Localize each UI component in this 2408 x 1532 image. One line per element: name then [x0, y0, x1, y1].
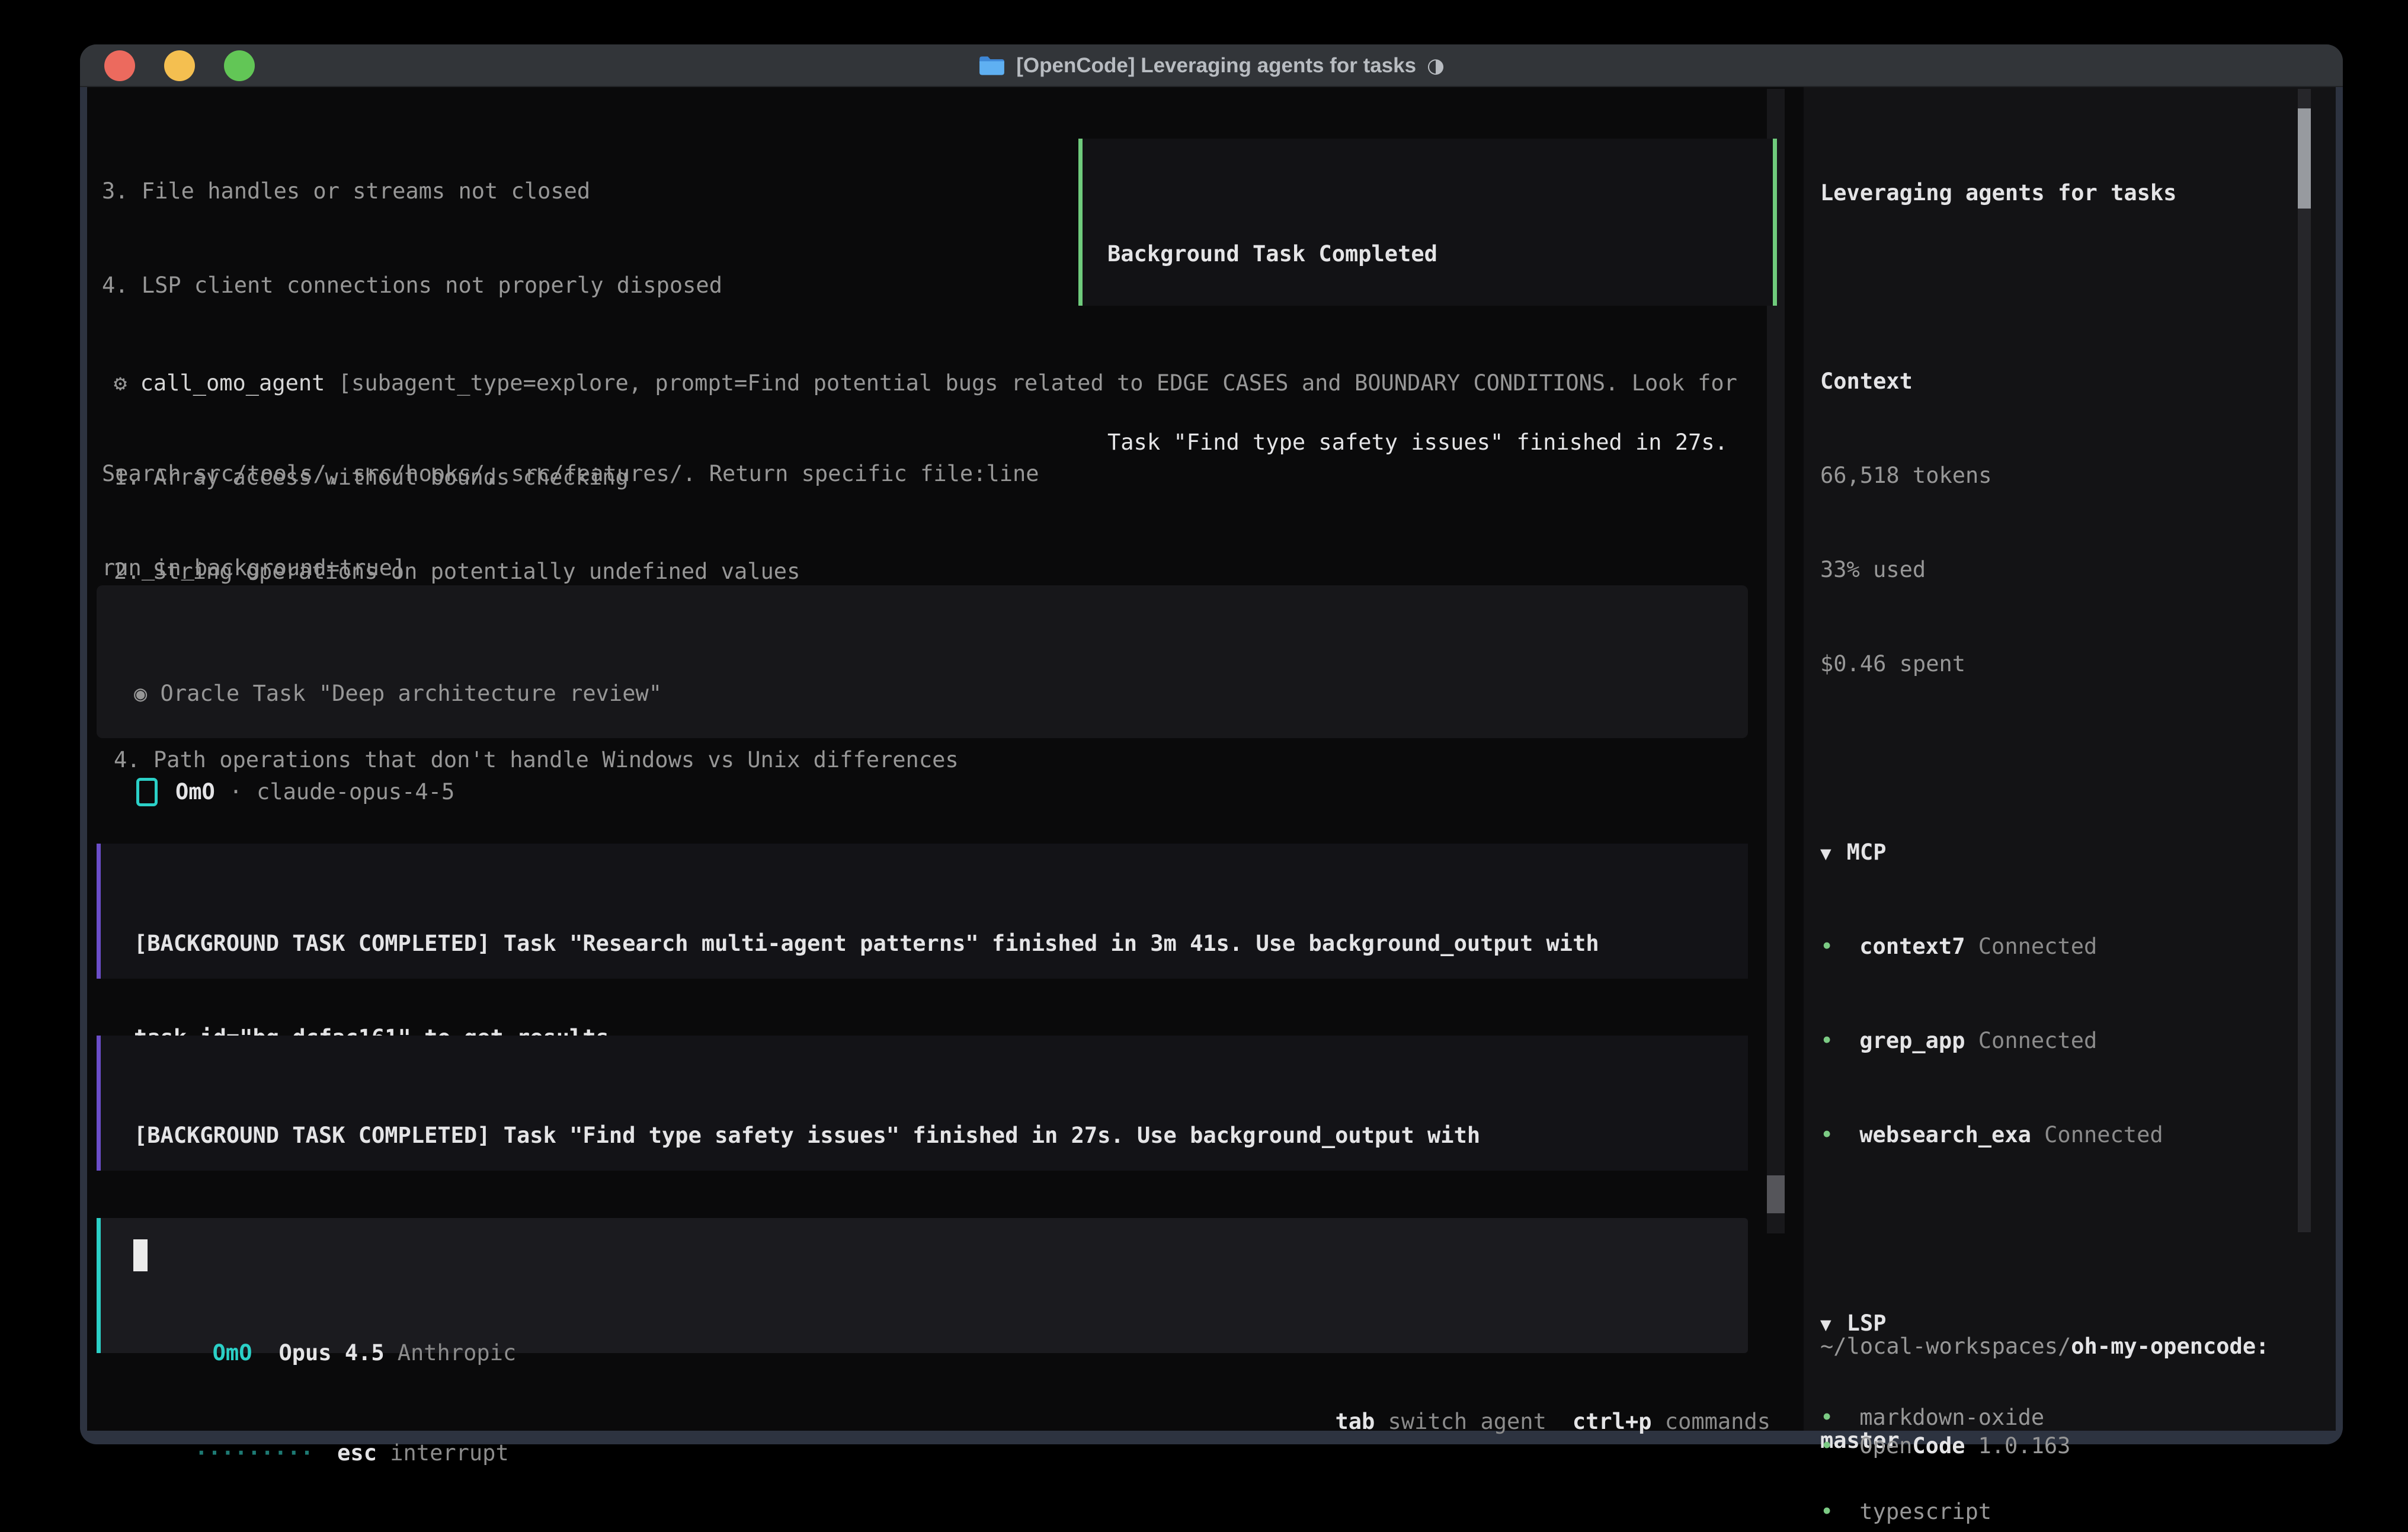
- window-title: [OpenCode] Leveraging agents for tasks: [1016, 54, 1416, 78]
- record-icon: ◉: [134, 681, 147, 706]
- session-spinner-icon: ◑: [1427, 54, 1445, 78]
- screen: [OpenCode] Leveraging agents for tasks ◑…: [0, 0, 2408, 1532]
- workspace-repo: oh-my-opencode:: [2071, 1334, 2269, 1359]
- input-model: Opus 4.5: [278, 1340, 384, 1366]
- agent-name: OmO: [175, 776, 215, 807]
- oracle-task-label: Oracle Task "Deep architecture review": [147, 681, 662, 706]
- prompt-input[interactable]: OmOOpus 4.5Anthropic: [97, 1218, 1748, 1353]
- input-agent-name: OmO: [213, 1340, 252, 1366]
- version-number: 1.0.163: [1978, 1433, 2071, 1459]
- status-bar: ·········esc interrupt tab switch agentc…: [95, 1374, 1770, 1406]
- agent-model: claude-opus-4-5: [257, 776, 454, 807]
- ctrlp-hint-label: commands: [1652, 1409, 1770, 1434]
- text-cursor: [133, 1239, 148, 1271]
- esc-hint-key: esc: [337, 1440, 377, 1466]
- input-provider: Anthropic: [398, 1340, 516, 1366]
- tab-hint-label: switch agent: [1375, 1409, 1546, 1434]
- gear-icon: ⚙: [114, 370, 127, 396]
- status-dot-icon: •: [1820, 934, 1833, 959]
- context-heading: Context: [1820, 366, 2318, 397]
- mcp-item: •websearch_exa Connected: [1820, 1119, 2318, 1150]
- esc-hint-label: interrupt: [377, 1440, 509, 1466]
- app-version: •OpenCode1.0.163: [1820, 1367, 2318, 1524]
- agent-header: OmO · claude-opus-4-5: [136, 776, 454, 807]
- workspace-path: ~/local-workspaces/: [1820, 1334, 2071, 1359]
- tab-hint-key: tab: [1335, 1409, 1375, 1434]
- mcp-item: •context7 Connected: [1820, 931, 2318, 962]
- folder-icon: [978, 55, 1006, 77]
- chat-scrollbar-thumb[interactable]: [1767, 1175, 1785, 1213]
- tool-name: call_omo_agent: [140, 370, 325, 396]
- omo-agent-icon: [136, 778, 158, 806]
- mcp-section-header[interactable]: ▼MCP: [1820, 836, 2318, 868]
- toast-body: Task "Find type safety issues" finished …: [1107, 427, 1748, 458]
- status-dot-icon: •: [1820, 1122, 1833, 1148]
- mcp-item: •grep_app Connected: [1820, 1025, 2318, 1056]
- oracle-task-panel[interactable]: ◉ Oracle Task "Deep architecture review"…: [97, 585, 1748, 738]
- session-title: Leveraging agents for tasks: [1820, 177, 2318, 209]
- titlebar: [OpenCode] Leveraging agents for tasks ◑: [80, 44, 2343, 87]
- chevron-down-icon: ▼: [1820, 843, 1831, 864]
- status-dot-icon: •: [1820, 1433, 1833, 1459]
- background-task-message: [BACKGROUND TASK COMPLETED] Task "Find t…: [97, 1036, 1748, 1171]
- context-tokens: 66,518 tokens: [1820, 460, 2318, 491]
- context-used: 33% used: [1820, 554, 2318, 585]
- toast-title: Background Task Completed: [1107, 238, 1748, 270]
- window-title-area: [OpenCode] Leveraging agents for tasks ◑: [80, 44, 2343, 87]
- background-task-message: [BACKGROUND TASK COMPLETED] Task "Resear…: [97, 844, 1748, 979]
- background-task-toast: Background Task Completed Task "Find typ…: [1078, 139, 1777, 306]
- context-spent: $0.46 spent: [1820, 648, 2318, 680]
- ctrlp-hint-key: ctrl+p: [1573, 1409, 1652, 1434]
- spinner-dots-icon: ·········: [195, 1440, 313, 1466]
- status-dot-icon: •: [1820, 1028, 1833, 1053]
